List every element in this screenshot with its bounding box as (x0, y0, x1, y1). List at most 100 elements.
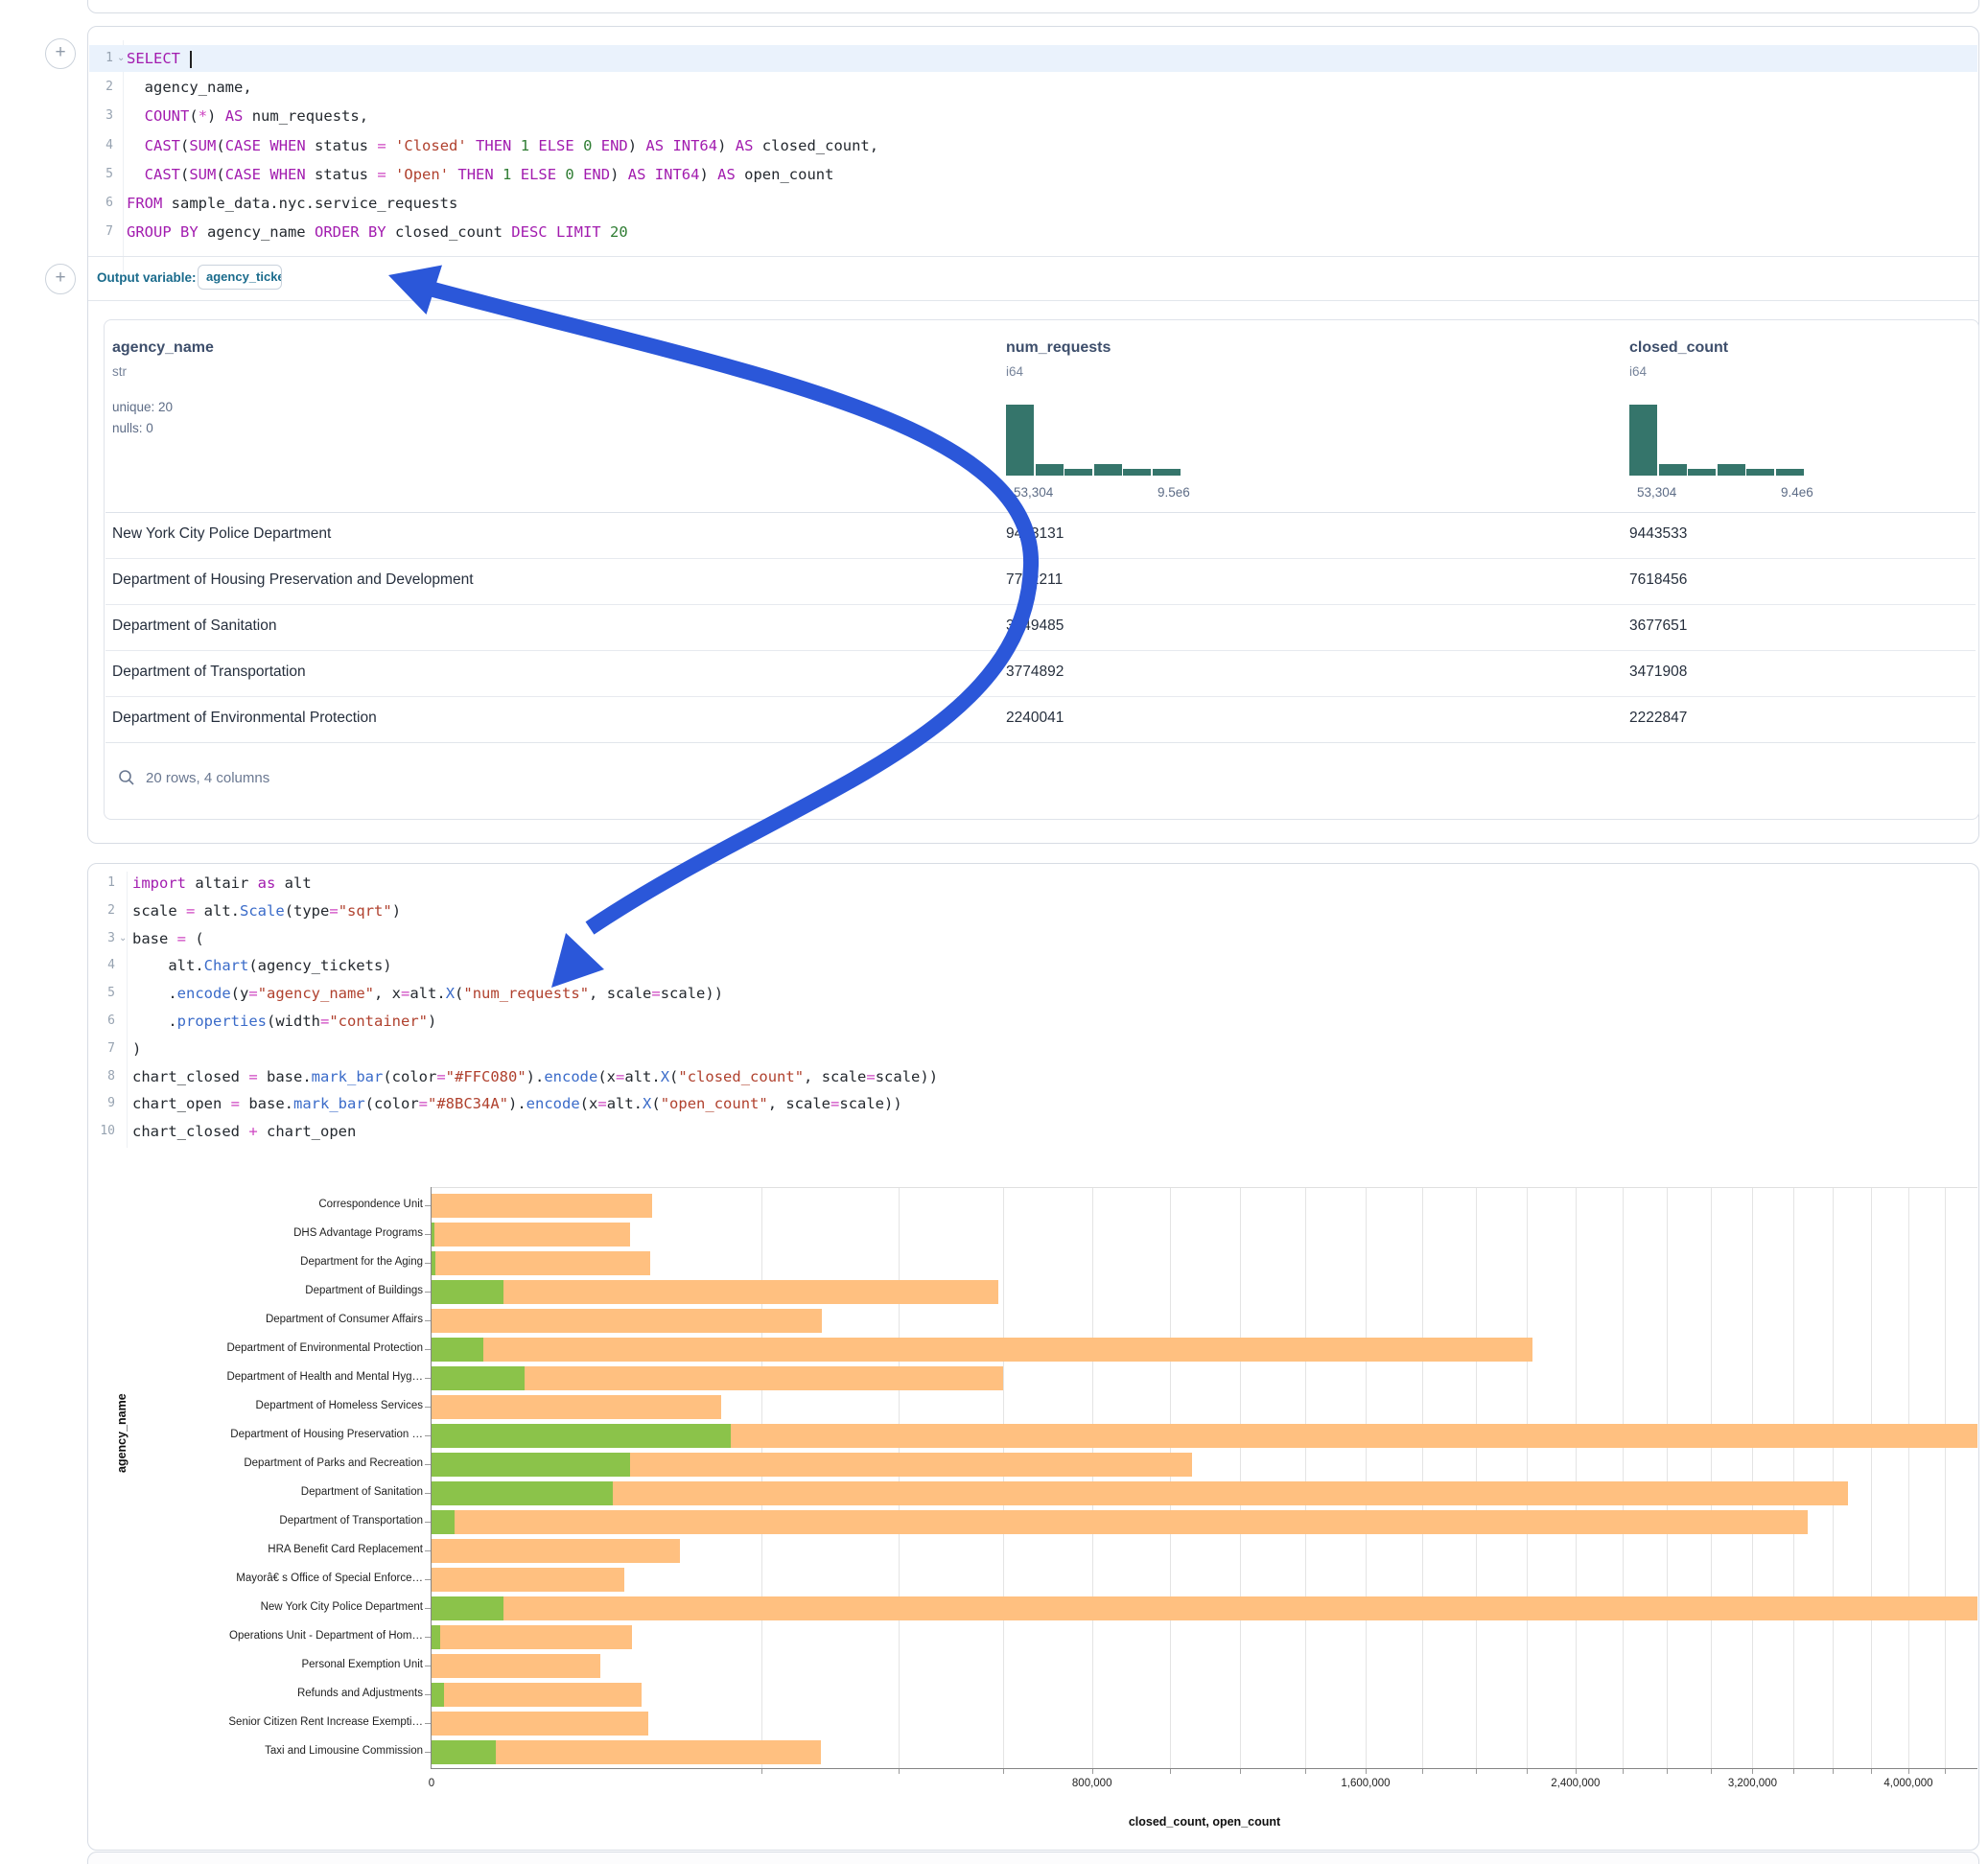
code-line[interactable]: alt.Chart(agency_tickets) (132, 952, 392, 979)
code-token: ). (526, 1068, 545, 1085)
y-axis-label: Personal Exemption Unit (106, 1659, 423, 1670)
line-number: 4 (88, 952, 115, 979)
column-name[interactable]: closed_count (1629, 339, 1728, 357)
code-line[interactable]: FROM sample_data.nyc.service_requests (127, 190, 457, 217)
y-tick (425, 1234, 431, 1235)
bar-open-count (432, 1510, 455, 1534)
code-line[interactable]: GROUP BY agency_name ORDER BY closed_cou… (127, 219, 628, 245)
code-token: AS (645, 137, 664, 154)
code-token: ( (651, 1095, 660, 1112)
bar-open-count (432, 1223, 434, 1247)
y-tick (425, 1292, 431, 1293)
code-token: mark_bar (312, 1068, 384, 1085)
gridline (1793, 1187, 1794, 1768)
code-token: ELSE (521, 166, 556, 183)
code-line[interactable]: .encode(y="agency_name", x=alt.X("num_re… (132, 980, 723, 1007)
histogram-bar (1153, 469, 1181, 476)
y-tick (425, 1579, 431, 1580)
line-number: 5 (88, 161, 113, 188)
next-cell-edge (87, 1852, 1979, 1864)
code-line[interactable]: ) (132, 1036, 141, 1062)
gridline (1711, 1187, 1712, 1768)
gridline (1833, 1187, 1834, 1768)
table-cell: Department of Transportation (112, 664, 306, 681)
code-token: alt. (607, 1095, 643, 1112)
code-token: ) (207, 107, 225, 125)
code-token (261, 137, 269, 154)
code-token: scale)) (876, 1068, 938, 1085)
bar-open-count (432, 1280, 503, 1304)
code-token: = (231, 1095, 240, 1112)
code-line[interactable]: chart_closed = base.mark_bar(color="#FFC… (132, 1063, 938, 1090)
code-token: X (643, 1095, 651, 1112)
code-token: ). (508, 1095, 526, 1112)
code-token: closed_count, (753, 137, 878, 154)
histogram-bar (1064, 469, 1092, 476)
table-cell: 3471908 (1629, 664, 1687, 681)
add-cell-button-top[interactable]: + (45, 38, 76, 69)
code-token: ELSE (538, 137, 573, 154)
code-token: ) (699, 166, 717, 183)
code-line[interactable]: CAST(SUM(CASE WHEN status = 'Closed' THE… (127, 132, 878, 159)
bar-open-count (432, 1596, 503, 1620)
code-token: base (132, 930, 177, 947)
code-line[interactable]: agency_name, (127, 74, 252, 101)
code-token: alt. (132, 957, 204, 974)
gridline (1527, 1187, 1528, 1768)
code-token: , scale (768, 1095, 830, 1112)
code-token: 0 (565, 166, 573, 183)
code-token: base. (240, 1095, 293, 1112)
code-token: COUNT (145, 107, 190, 125)
y-axis-title: agency_name (115, 1393, 129, 1473)
column-name[interactable]: agency_name (112, 339, 214, 357)
code-token: ( (669, 1068, 678, 1085)
fold-chevron-icon[interactable]: ⌄ (119, 933, 127, 944)
code-line[interactable]: chart_open = base.mark_bar(color="#8BC34… (132, 1090, 902, 1117)
table-cell: New York City Police Department (112, 525, 331, 543)
gridline (1003, 1187, 1004, 1768)
code-line[interactable]: scale = alt.Scale(type="sqrt") (132, 897, 401, 924)
bar-closed-count (432, 1194, 652, 1218)
code-token: , scale (589, 985, 651, 1002)
gridline (761, 1187, 762, 1768)
fold-chevron-icon[interactable]: ⌄ (117, 53, 125, 63)
code-line[interactable]: import altair as alt (132, 870, 312, 897)
add-cell-button-middle[interactable]: + (45, 264, 76, 294)
code-token: ) (717, 137, 736, 154)
line-number: 7 (88, 219, 113, 245)
code-line[interactable]: .properties(width="container") (132, 1008, 436, 1035)
y-tick (425, 1349, 431, 1350)
code-line[interactable]: base = ( (132, 925, 204, 952)
code-line[interactable]: SELECT (127, 45, 192, 72)
bar-closed-count (432, 1338, 1532, 1362)
table-cell: 7782211 (1006, 571, 1063, 589)
code-token: = (248, 985, 257, 1002)
code-token: * (199, 107, 207, 125)
gridline (1170, 1187, 1171, 1768)
code-token: open_count (736, 166, 834, 183)
code-line[interactable]: chart_closed + chart_open (132, 1118, 356, 1145)
gridline (1240, 1187, 1241, 1768)
y-tick (425, 1435, 431, 1436)
gutter-separator (127, 872, 128, 1148)
column-stat: nulls: 0 (112, 421, 153, 435)
line-number: 5 (88, 980, 115, 1007)
output-variable-pill[interactable]: agency_tickets (198, 265, 282, 290)
bar-closed-count (432, 1251, 650, 1275)
histogram-bar (1123, 469, 1151, 476)
code-token: Scale (240, 902, 285, 920)
code-token: = (616, 1068, 624, 1085)
code-line[interactable]: CAST(SUM(CASE WHEN status = 'Open' THEN … (127, 161, 833, 188)
y-tick (425, 1493, 431, 1494)
code-token: ( (186, 930, 204, 947)
column-name[interactable]: num_requests (1006, 339, 1111, 357)
column-type: i64 (1006, 364, 1023, 379)
bar-open-count (432, 1251, 435, 1275)
code-token: (agency_tickets) (248, 957, 391, 974)
code-token: 20 (610, 223, 628, 241)
x-axis-title: closed_count, open_count (1109, 1815, 1300, 1829)
bar-closed-count (432, 1683, 642, 1707)
search-icon[interactable] (118, 769, 135, 791)
code-line[interactable]: COUNT(*) AS num_requests, (127, 103, 368, 129)
code-token: "#8BC34A" (428, 1095, 508, 1112)
